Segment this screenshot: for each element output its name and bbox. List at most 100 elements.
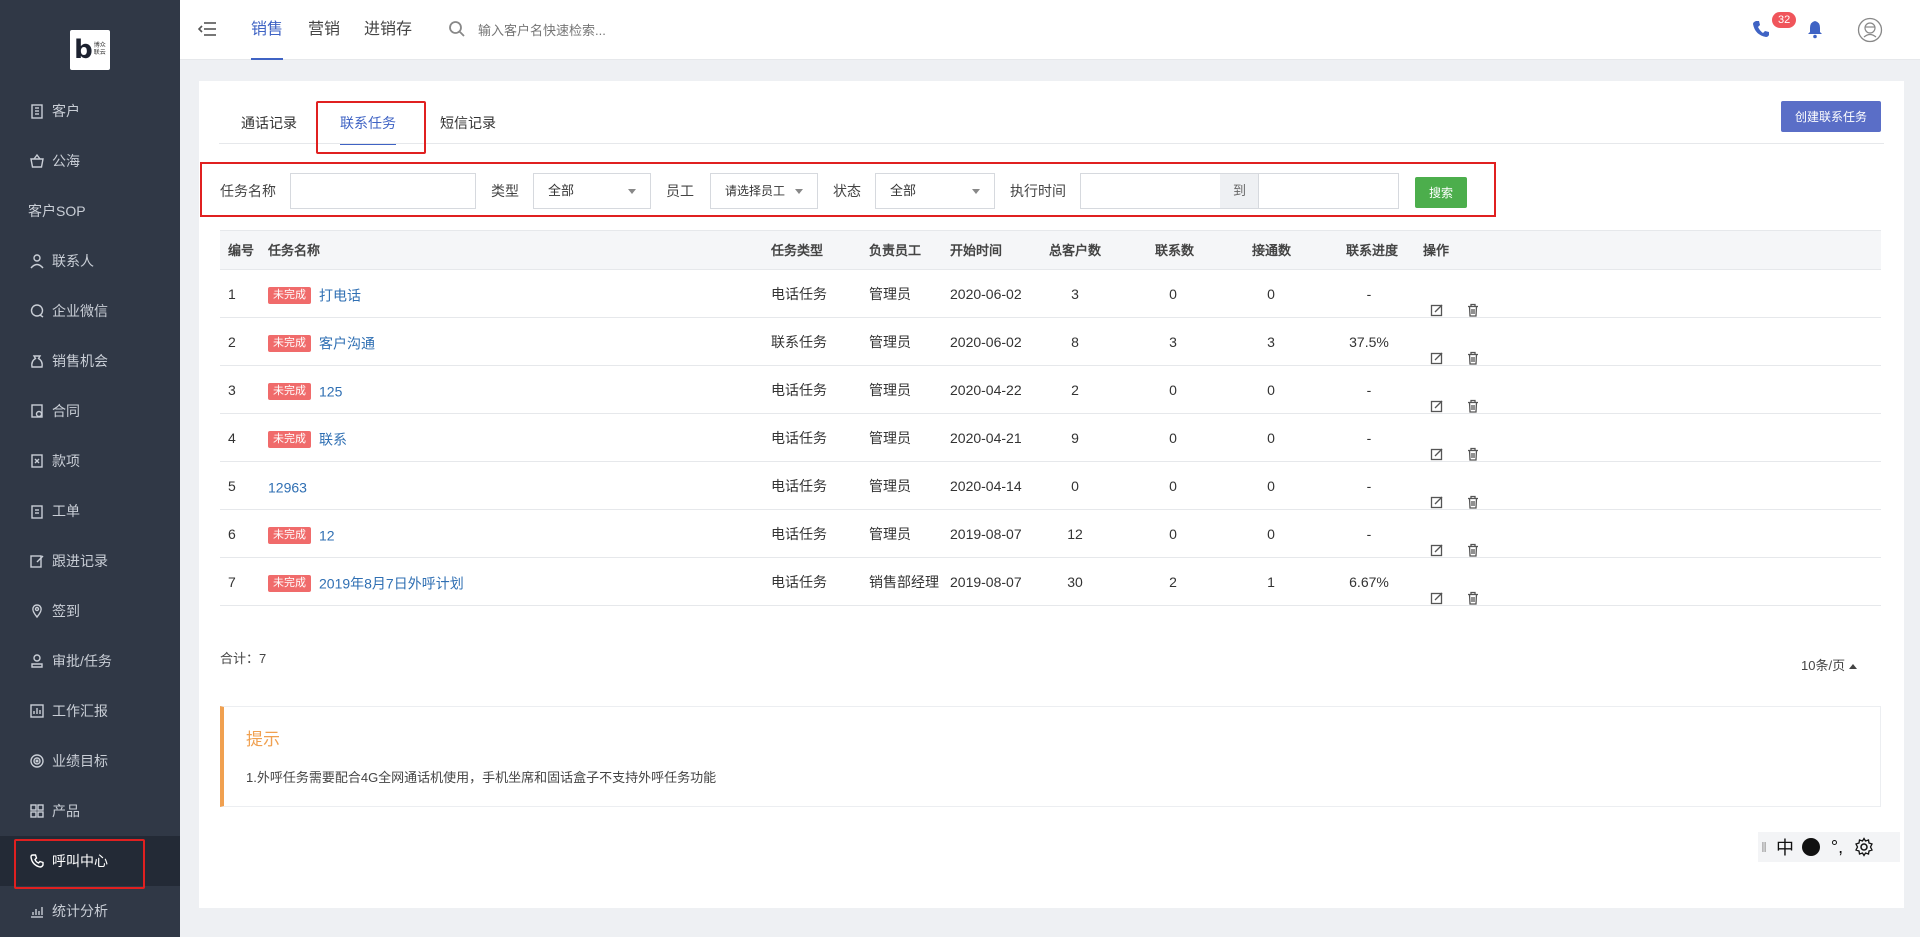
- table-row: 4 未完成 联系 电话任务 管理员 2020-04-21 9 0 0 -: [220, 414, 1881, 462]
- sidebar-item-target[interactable]: 业绩目标: [0, 736, 180, 786]
- delete-icon[interactable]: [1466, 288, 1480, 317]
- ime-drag-handle[interactable]: ‖: [1758, 839, 1770, 855]
- bell-icon[interactable]: [1804, 18, 1826, 40]
- phone-icon: [28, 852, 46, 870]
- cell-actions: [1430, 510, 1480, 558]
- cell-total: 0: [1071, 478, 1079, 494]
- edit-icon[interactable]: [1430, 288, 1444, 317]
- column-header: 开始时间: [950, 243, 1003, 258]
- edit-icon[interactable]: [1430, 336, 1444, 365]
- phone-icon[interactable]: [1750, 18, 1772, 40]
- task-name-link[interactable]: 12963: [268, 479, 307, 495]
- sidebar-item-payment[interactable]: 款项: [0, 436, 180, 486]
- exec-time-label: 执行时间: [1010, 183, 1066, 199]
- delete-icon[interactable]: [1466, 384, 1480, 413]
- task-name-link[interactable]: 联系: [319, 431, 347, 447]
- column-header: 操作: [1423, 243, 1450, 258]
- delete-icon[interactable]: [1466, 432, 1480, 461]
- column-header: 总客户数: [1049, 243, 1102, 258]
- cell-start-time: 2020-06-02: [950, 334, 1022, 350]
- basket-icon: [28, 152, 46, 170]
- customer-search-input[interactable]: [478, 22, 678, 38]
- tab-call-records[interactable]: 通话记录: [241, 103, 297, 143]
- status-badge: 未完成: [268, 334, 311, 352]
- exec-time-start-input[interactable]: [1080, 173, 1221, 209]
- cell-task-type: 电话任务: [771, 478, 827, 494]
- menu-toggle-icon[interactable]: [197, 19, 218, 39]
- sidebar-item-location[interactable]: 签到: [0, 586, 180, 636]
- sidebar-item-person[interactable]: 联系人: [0, 236, 180, 286]
- tip-box: 提示 1.外呼任务需要配合4G全网通话机使用，手机坐席和固话盒子不支持外呼任务功…: [220, 706, 1881, 807]
- ime-fullwidth-icon[interactable]: [1800, 837, 1822, 857]
- sidebar-item-label: 业绩目标: [52, 753, 108, 769]
- payment-icon: [28, 452, 46, 470]
- sidebar-item-approval[interactable]: 审批/任务: [0, 636, 180, 686]
- top-tab-marketing[interactable]: 营销: [308, 0, 340, 60]
- page-size-select[interactable]: 10条/页: [1801, 655, 1857, 674]
- top-tab-inventory[interactable]: 进销存: [364, 0, 412, 60]
- cell-total: 2: [1071, 382, 1079, 398]
- tip-title: 提示: [246, 730, 280, 749]
- delete-icon[interactable]: [1466, 528, 1480, 557]
- sidebar-item-basket[interactable]: 公海: [0, 136, 180, 186]
- column-header: 编号: [228, 243, 255, 258]
- table-header: 编号 任务名称 任务类型 负责员工 开始时间 总客户数 联系数 接通数 联系进度 操作: [220, 230, 1881, 270]
- task-name-link[interactable]: 打电话: [319, 287, 361, 303]
- employee-select[interactable]: 请选择员工: [710, 173, 818, 209]
- delete-icon[interactable]: [1466, 480, 1480, 509]
- table-row: 7 未完成 2019年8月7日外呼计划 电话任务 销售部经理 2019-08-07 30 2 1…: [220, 558, 1881, 606]
- top-tab-sales[interactable]: 销售: [251, 0, 284, 60]
- cell-connected: 0: [1267, 430, 1275, 446]
- edit-icon[interactable]: [1430, 384, 1444, 413]
- delete-icon[interactable]: [1466, 336, 1480, 365]
- task-name-link[interactable]: 12: [319, 527, 335, 543]
- sidebar-item-contract[interactable]: 合同: [0, 386, 180, 436]
- type-select[interactable]: 全部: [533, 173, 651, 209]
- column-header: 接通数: [1252, 243, 1292, 258]
- status-badge: 未完成: [268, 574, 311, 592]
- create-contact-task-button[interactable]: 创建联系任务: [1781, 101, 1881, 132]
- task-name-link[interactable]: 客户沟通: [319, 335, 375, 351]
- edit-icon[interactable]: [1430, 576, 1444, 605]
- sidebar-item-clipboard[interactable]: 工单: [0, 486, 180, 536]
- sidebar-item-building[interactable]: 客户: [0, 86, 180, 136]
- gear-icon[interactable]: [1852, 837, 1876, 857]
- task-name-link[interactable]: 2019年8月7日外呼计划: [319, 575, 464, 591]
- sidebar-item-label: 签到: [52, 603, 80, 619]
- sidebar-item-chat[interactable]: 企业微信: [0, 286, 180, 336]
- cell-task-name: 未完成 客户沟通: [268, 318, 375, 366]
- sidebar-item-sop[interactable]: SOP客户SOP: [0, 186, 180, 236]
- app-logo[interactable]: b 博众 联云: [70, 30, 110, 70]
- cell-progress: -: [1366, 430, 1372, 446]
- column-header: 任务名称: [268, 243, 321, 258]
- sidebar-item-grid[interactable]: 产品: [0, 786, 180, 836]
- table-row: 1 未完成 打电话 电话任务 管理员 2020-06-02 3 0 0 -: [220, 270, 1881, 318]
- exec-time-end-input[interactable]: [1258, 173, 1399, 209]
- cell-start-time: 2020-04-22: [950, 382, 1022, 398]
- edit-icon[interactable]: [1430, 480, 1444, 509]
- delete-icon[interactable]: [1466, 576, 1480, 605]
- task-name-link[interactable]: 125: [319, 383, 342, 399]
- status-select[interactable]: 全部: [875, 173, 995, 209]
- sidebar-item-edit[interactable]: 跟进记录: [0, 536, 180, 586]
- cell-start-time: 2020-04-21: [950, 430, 1022, 446]
- edit-icon[interactable]: [1430, 432, 1444, 461]
- cell-total: 9: [1071, 430, 1079, 446]
- avatar[interactable]: [1857, 17, 1883, 43]
- sidebar-nav: 客户公海 SOP客户SOP 联系人企业微信销售机会合同款项工单跟进记录签到审批/任务…: [0, 86, 180, 936]
- sidebar-item-chart[interactable]: 统计分析: [0, 886, 180, 936]
- sidebar-item-moneybag[interactable]: 销售机会: [0, 336, 180, 386]
- sidebar-item-phone[interactable]: 呼叫中心: [0, 836, 180, 889]
- cell-progress: -: [1366, 526, 1372, 542]
- ime-punct-toggle[interactable]: °,: [1822, 837, 1852, 858]
- sidebar-item-report[interactable]: 工作汇报: [0, 686, 180, 736]
- task-name-input[interactable]: [290, 173, 476, 209]
- edit-icon[interactable]: [1430, 528, 1444, 557]
- chart-icon: [28, 902, 46, 920]
- cell-contacted: 0: [1169, 430, 1177, 446]
- cell-actions: [1430, 270, 1480, 318]
- ime-mode-toggle[interactable]: 中: [1770, 834, 1800, 860]
- search-button[interactable]: 搜索: [1415, 177, 1467, 208]
- cell-actions: [1430, 462, 1480, 510]
- tab-sms-records[interactable]: 短信记录: [440, 103, 496, 143]
